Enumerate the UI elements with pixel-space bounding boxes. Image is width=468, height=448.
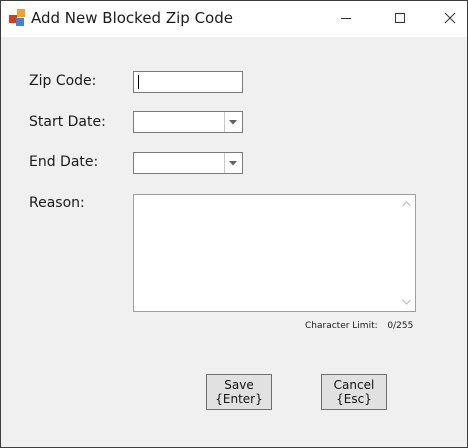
title-bar[interactable]: Add New Blocked Zip Code	[1, 1, 467, 37]
start-date-picker[interactable]	[133, 111, 243, 133]
save-button-shortcut: {Enter}	[215, 392, 263, 406]
cancel-button-shortcut: {Esc}	[336, 392, 372, 406]
character-count: 0/255	[387, 321, 414, 331]
vertical-scrollbar[interactable]	[398, 196, 414, 310]
close-icon	[444, 12, 456, 24]
zip-code-input[interactable]	[133, 71, 243, 93]
save-button-label: Save	[224, 378, 254, 392]
cancel-button[interactable]: Cancel {Esc}	[321, 374, 387, 410]
character-limit: Character Limit: 0/255	[305, 321, 413, 331]
end-date-label: End Date:	[29, 154, 99, 170]
character-limit-label: Character Limit:	[305, 321, 378, 331]
reason-label: Reason:	[29, 195, 85, 211]
scroll-down-button[interactable]	[398, 294, 414, 310]
dialog-window: Add New Blocked Zip Code Zip Code: Start	[0, 0, 468, 448]
maximize-button[interactable]	[377, 1, 423, 35]
scroll-up-button[interactable]	[398, 196, 414, 212]
dialog-body: Zip Code: Start Date: End Date: Reason: …	[1, 37, 467, 447]
window-title: Add New Blocked Zip Code	[31, 9, 233, 27]
app-icon	[8, 9, 26, 27]
chevron-down-icon	[229, 160, 237, 165]
start-date-dropdown-button[interactable]	[224, 112, 242, 132]
save-button[interactable]: Save {Enter}	[206, 374, 272, 410]
chevron-up-icon	[401, 201, 411, 207]
end-date-picker[interactable]	[133, 152, 243, 174]
chevron-down-icon	[229, 119, 237, 124]
reason-textarea[interactable]	[133, 194, 416, 312]
maximize-icon	[395, 13, 405, 23]
minimize-icon	[341, 18, 351, 19]
end-date-dropdown-button[interactable]	[224, 153, 242, 173]
cancel-button-label: Cancel	[333, 378, 375, 392]
minimize-button[interactable]	[323, 1, 369, 35]
chevron-down-icon	[401, 299, 411, 305]
text-caret	[138, 75, 139, 89]
close-button[interactable]	[427, 1, 467, 35]
zip-code-label: Zip Code:	[29, 73, 97, 89]
start-date-label: Start Date:	[29, 114, 106, 130]
